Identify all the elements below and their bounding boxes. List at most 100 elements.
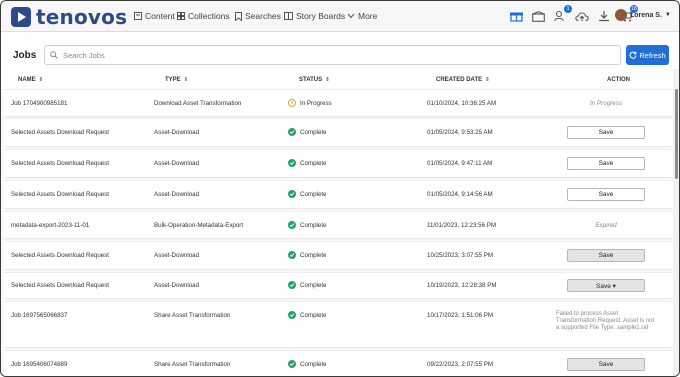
job-type: Asset-Download: [154, 252, 200, 259]
nav-item-label: Searches: [245, 11, 281, 21]
refresh-label: Refresh: [639, 50, 666, 60]
storyboard-icon: [284, 12, 293, 20]
job-name: Selected Assets Download Request: [11, 282, 110, 289]
search-input[interactable]: Search Jobs: [44, 45, 621, 65]
column-header-name[interactable]: NAME ⇕: [18, 77, 43, 83]
save-button[interactable]: Save: [567, 188, 645, 201]
column-header-status[interactable]: STATUS ⇕: [299, 77, 330, 83]
tenovos-logo-icon: [11, 7, 31, 27]
refresh-icon: [629, 51, 637, 59]
brand-logo[interactable]: tenovos: [10, 5, 127, 29]
search-placeholder: Search Jobs: [63, 50, 105, 60]
gift-icon[interactable]: [507, 8, 525, 24]
created-date: 09/22/2023, 2:07:55 PM: [427, 361, 494, 368]
created-date: 01/05/2024, 9:14:56 AM: [427, 191, 493, 198]
created-date: 11/01/2023, 12:23:56 PM: [427, 222, 497, 229]
page-title: Jobs: [13, 50, 37, 61]
check-circle-icon: [288, 190, 296, 198]
job-status: Complete: [288, 128, 326, 136]
clock-icon: [288, 99, 296, 107]
job-name: Selected Assets Download Request: [11, 252, 110, 259]
column-header-action: ACTION: [607, 77, 630, 83]
top-nav: tenovos Content Collections Searches Sto…: [1, 1, 679, 32]
nav-item-collections[interactable]: Collections: [177, 11, 230, 21]
content-icon: [134, 12, 142, 20]
job-name: metadata-export-2023-11-01: [11, 222, 90, 229]
created-date: 10/17/2023, 1:51:06 PM: [427, 312, 494, 319]
table-header: NAME ⇕ TYPE ⇕ STATUS ⇕ CREATED DATE ⇕ ACTION: [1, 75, 673, 87]
status-label: Complete: [300, 221, 327, 229]
users-icon[interactable]: 1: [551, 5, 572, 24]
check-circle-icon: [288, 281, 296, 289]
sort-icon: ⇕: [325, 77, 330, 83]
table-row[interactable]: Selected Assets Download Request Asset-Do…: [3, 180, 673, 208]
table-row[interactable]: Selected Assets Download Request Asset-Do…: [3, 272, 673, 298]
save-button[interactable]: Save: [567, 358, 645, 371]
job-type: Asset-Download: [154, 129, 200, 136]
sort-icon: ⇕: [485, 77, 490, 83]
job-status: Complete: [288, 360, 326, 368]
bookmark-icon: [235, 11, 242, 21]
table-row[interactable]: Job 1697565066837 Share Asset Transformat…: [3, 301, 673, 347]
nav-item-label: Content: [145, 11, 175, 21]
check-circle-icon: [288, 128, 296, 136]
table-row[interactable]: Job 1704900985181 Download Asset Transfor…: [3, 89, 673, 116]
job-status: Complete: [288, 221, 326, 229]
save-button[interactable]: Save: [567, 249, 645, 262]
status-label: In Progress: [300, 99, 332, 107]
upload-icon[interactable]: [573, 8, 591, 24]
notification-badge: 1: [564, 5, 572, 13]
created-date: 01/05/2024, 9:53:25 AM: [427, 129, 493, 136]
nav-item-searches[interactable]: Searches: [235, 11, 281, 21]
job-type: Asset-Download: [154, 160, 200, 167]
column-header-created-date[interactable]: CREATED DATE ⇕: [436, 77, 490, 83]
column-header-type[interactable]: TYPE ⇕: [165, 77, 188, 83]
save-dropdown-button[interactable]: Save ▾: [567, 279, 645, 292]
status-label: Complete: [300, 251, 327, 259]
job-type: Bulk-Operation-Metadata-Export: [154, 222, 244, 229]
job-status: In Progress: [288, 99, 332, 107]
status-label: Complete: [300, 281, 327, 289]
table-row[interactable]: Selected Assets Download Request Asset-Do…: [3, 149, 673, 177]
nav-item-label: Story Boards: [296, 11, 346, 21]
job-type: Share Asset Transformation: [154, 361, 231, 368]
collections-icon: [177, 12, 185, 20]
status-label: Complete: [300, 159, 327, 167]
user-menu[interactable]: Lorena S. ▼: [615, 9, 671, 21]
table-row[interactable]: Selected Assets Download Request Asset-Do…: [3, 118, 673, 146]
check-circle-icon: [288, 360, 296, 368]
save-button[interactable]: Save: [567, 126, 645, 139]
chevron-down-icon: [347, 13, 355, 19]
action-error-text: Failed to process Asset Transformation R…: [556, 311, 655, 331]
chevron-down-icon: ▼: [664, 12, 671, 18]
save-button[interactable]: Save: [567, 157, 645, 170]
check-circle-icon: [288, 311, 296, 319]
job-status: Complete: [288, 311, 326, 319]
nav-item-label: More: [358, 11, 378, 21]
check-circle-icon: [288, 159, 296, 167]
action-status-text: Expired: [595, 222, 617, 229]
created-date: 01/10/2024, 10:36:25 AM: [427, 100, 497, 107]
check-circle-icon: [288, 251, 296, 259]
status-label: Complete: [300, 128, 327, 136]
table-row[interactable]: metadata-export-2023-11-01 Bulk-Operation…: [3, 211, 673, 238]
status-label: Complete: [300, 190, 327, 198]
download-icon[interactable]: [595, 8, 613, 24]
action-status-text: In Progress: [589, 100, 623, 107]
scrollbar-thumb[interactable]: [675, 89, 678, 179]
mail-icon[interactable]: [529, 8, 547, 24]
job-status: Complete: [288, 251, 326, 259]
nav-item-story-boards[interactable]: Story Boards: [284, 11, 345, 21]
refresh-button[interactable]: Refresh: [626, 45, 669, 65]
nav-item-content[interactable]: Content: [134, 11, 175, 21]
search-icon: [50, 51, 58, 59]
table-row[interactable]: Job 1695406074889 Share Asset Transformat…: [3, 350, 673, 376]
job-name: Job 1695406074889: [11, 361, 68, 368]
nav-item-more[interactable]: More: [347, 11, 377, 21]
brand-name: tenovos: [36, 5, 128, 29]
job-name: Selected Assets Download Request: [11, 191, 110, 198]
job-type: Asset-Download: [154, 191, 200, 198]
table-row[interactable]: Selected Assets Download Request Asset-Do…: [3, 241, 673, 269]
job-type: Download Asset Transformation: [154, 100, 242, 107]
check-circle-icon: [288, 221, 296, 229]
